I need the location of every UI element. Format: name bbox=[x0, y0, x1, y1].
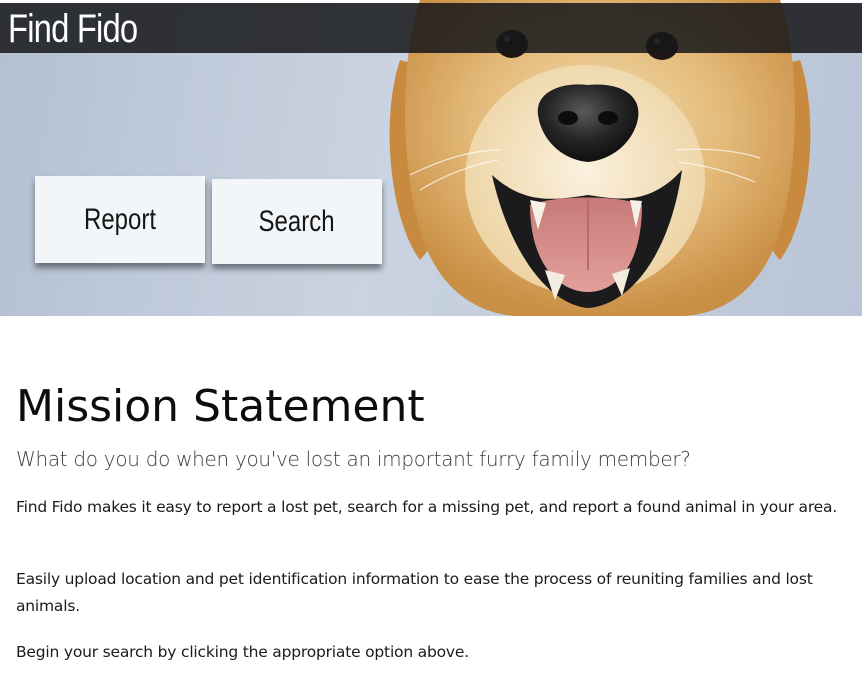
mission-heading: Mission Statement bbox=[16, 381, 425, 432]
search-button-label: Search bbox=[258, 204, 336, 238]
report-button[interactable]: Report bbox=[35, 176, 205, 263]
hero-banner: Find Fido Report Search bbox=[0, 0, 862, 316]
title-bar: Find Fido bbox=[0, 3, 862, 53]
mission-subheading: What do you do when you've lost an impor… bbox=[16, 447, 691, 471]
mission-paragraph: Easily upload location and pet identific… bbox=[16, 570, 813, 615]
search-button[interactable]: Search bbox=[212, 179, 382, 264]
site-title[interactable]: Find Fido bbox=[8, 5, 138, 53]
report-button-label: Report bbox=[83, 202, 157, 236]
mission-paragraph: Find Fido makes it easy to report a lost… bbox=[16, 498, 838, 516]
mission-paragraph: Begin your search by clicking the approp… bbox=[16, 643, 469, 661]
